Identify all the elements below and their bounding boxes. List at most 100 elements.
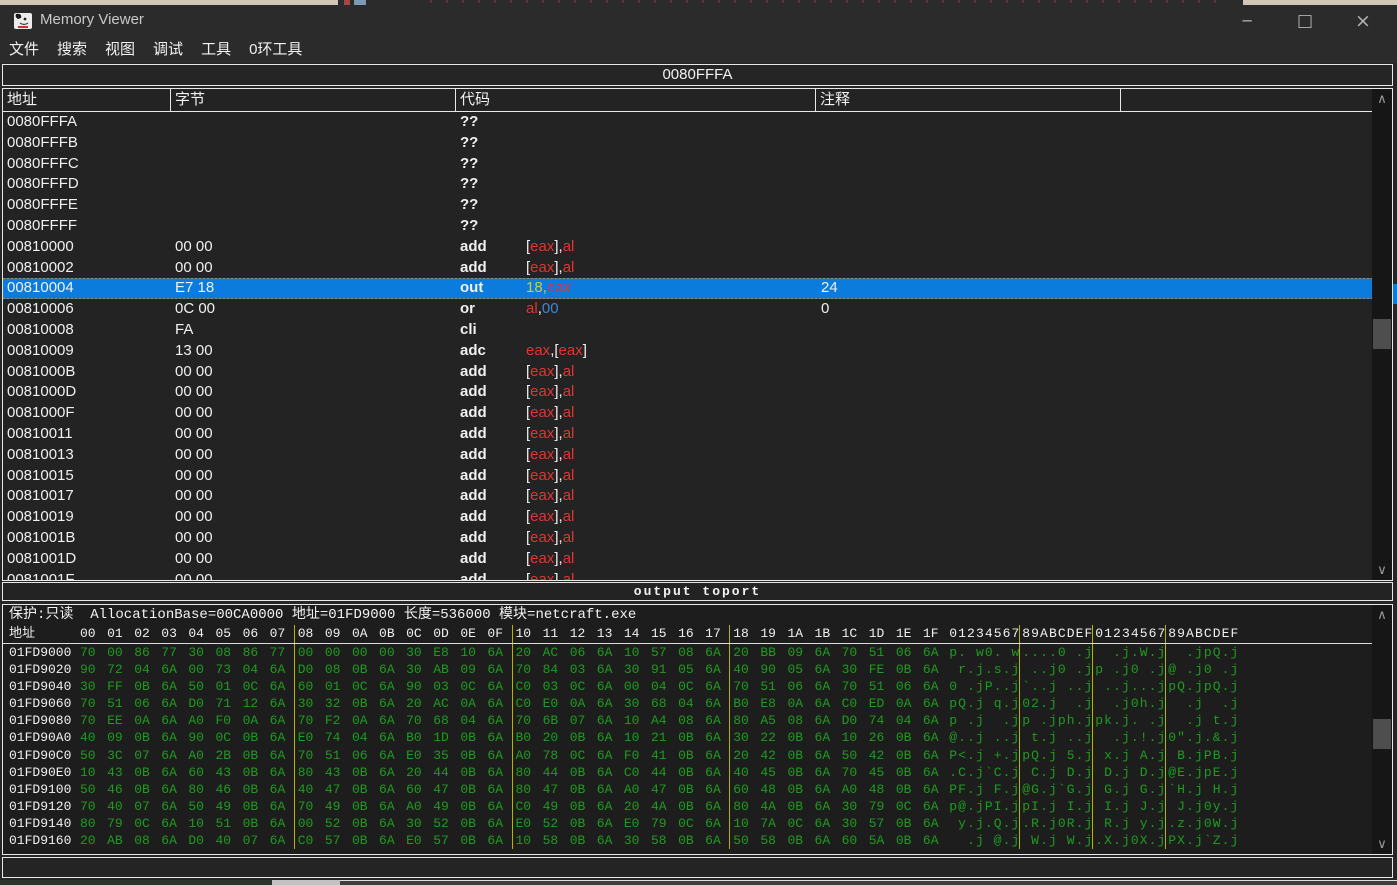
disasm-row[interactable]: 0081000F00 00add[eax],al	[3, 403, 1374, 424]
hex-row[interactable]: 01FD904030FF0B6A50010C6A60010C6A90030C6A…	[3, 678, 1392, 695]
hex-byte: 0C	[567, 747, 594, 764]
h-scroll-thumb[interactable]	[272, 880, 340, 885]
hex-row[interactable]: 01FD910050460B6A80460B6A40470B6A60470B6A…	[3, 781, 1392, 798]
hex-row[interactable]: 01FD90607051066AD071126A30320B6A20AC0A6A…	[3, 695, 1392, 712]
hex-byte: 74	[866, 712, 893, 729]
close-button[interactable]: ×	[1340, 5, 1386, 36]
disasm-row[interactable]: 0081000200 00add[eax],al	[3, 258, 1374, 279]
disasm-row[interactable]: 0081001300 00add[eax],al	[3, 445, 1374, 466]
hex-row[interactable]: 01FD908070EE0A6AA0F00A6A70F20A6A7068046A…	[3, 712, 1392, 729]
disasm-operand: al	[563, 550, 575, 567]
disasm-mnemonic: add	[460, 445, 526, 466]
hex-byte: 6A	[594, 815, 621, 832]
hex-byte: 77	[267, 644, 294, 661]
disasm-row[interactable]: 00810008FAcli	[3, 320, 1374, 341]
scrollbar-thumb[interactable]	[1373, 319, 1391, 349]
disasm-row[interactable]: 0080FFFC??	[3, 154, 1374, 175]
hex-byte: 0B	[784, 832, 811, 849]
menu-item-0[interactable]: 文件	[0, 36, 48, 63]
disasm-row[interactable]: 0081000D00 00add[eax],al	[3, 382, 1374, 403]
hex-ascii-group: @..j ..j	[947, 729, 1020, 746]
hex-byte: 49	[212, 798, 239, 815]
disasm-comment	[816, 237, 1374, 258]
disasm-row[interactable]: 0080FFFD??	[3, 174, 1374, 195]
disasm-row[interactable]: 0080FFFE??	[3, 195, 1374, 216]
disasm-operand: al	[563, 383, 575, 400]
hex-byte-group: 4090056A30FE0B6A	[730, 661, 947, 678]
disasm-row[interactable]: 0080FFFB??	[3, 133, 1374, 154]
disasm-header: 地址 字节 代码 注释	[3, 89, 1374, 112]
disasm-mnemonic: add	[460, 570, 526, 580]
col-header-code[interactable]: 代码	[456, 89, 816, 111]
hex-byte: 84	[540, 661, 567, 678]
hex-byte: 04	[893, 712, 920, 729]
disasm-row[interactable]: 0081001900 00add[eax],al	[3, 507, 1374, 528]
disasm-row[interactable]: 0081000000 00add[eax],al	[3, 237, 1374, 258]
disasm-row[interactable]: 0080FFFF??	[3, 216, 1374, 237]
hex-byte: 43	[322, 764, 349, 781]
menu-item-4[interactable]: 工具	[192, 36, 240, 63]
hex-byte: 6A	[594, 764, 621, 781]
disasm-scrollbar[interactable]: ∧ ∨	[1372, 89, 1392, 580]
minimize-button[interactable]: ─	[1224, 5, 1270, 36]
hex-ascii-group: p .j .j	[947, 712, 1020, 729]
disasm-mnemonic: add	[460, 258, 526, 279]
hex-dump-panel: 保护:只读 AllocationBase=00CA0000 地址=01FD900…	[2, 604, 1393, 855]
disasm-row[interactable]: 0081001B00 00add[eax],al	[3, 528, 1374, 549]
hex-row[interactable]: 01FD90C0503C076AA02B0B6A7051066AE0350B6A…	[3, 747, 1392, 764]
hex-row[interactable]: 01FD90209072046A0073046AD0080B6A30AB096A…	[3, 661, 1392, 678]
disasm-row[interactable]: 0081001700 00add[eax],al	[3, 486, 1374, 507]
hex-byte: B0	[513, 729, 540, 746]
disasm-row[interactable]: 0080FFFA??	[3, 112, 1374, 133]
menu-item-3[interactable]: 调试	[144, 36, 192, 63]
hex-row[interactable]: 01FD916020AB086AD040076AC0570B6AE0570B6A…	[3, 832, 1392, 849]
scroll-up-icon[interactable]: ∧	[1372, 89, 1392, 109]
menu-item-1[interactable]: 搜索	[48, 36, 96, 63]
hex-byte: 4A	[648, 798, 675, 815]
hex-byte: 6A	[376, 781, 403, 798]
hex-byte: 1D	[430, 729, 457, 746]
disasm-code: ??	[456, 195, 816, 216]
disasm-address: 0080FFFB	[3, 133, 171, 154]
disasm-mnemonic: add	[460, 362, 526, 383]
hex-address-header: 地址	[3, 625, 77, 643]
hex-byte: 6A	[484, 781, 511, 798]
disasm-row[interactable]: 00810004E7 18out18,eax24	[3, 278, 1374, 299]
hex-byte: 10	[730, 815, 757, 832]
disasm-row[interactable]: 0081001100 00add[eax],al	[3, 424, 1374, 445]
hex-byte: B0	[730, 695, 757, 712]
disasm-row[interactable]: 0081000B00 00add[eax],al	[3, 362, 1374, 383]
hex-col-label: 0C	[403, 625, 430, 643]
hex-byte: 42	[866, 747, 893, 764]
disasm-row[interactable]: 008100060C 00oral,000	[3, 299, 1374, 320]
disasm-row[interactable]: 0081000913 00adceax,[eax]	[3, 341, 1374, 362]
horizontal-scrollbar[interactable]	[0, 880, 1397, 885]
hex-byte: 6A	[267, 764, 294, 781]
scroll-down-icon[interactable]: ∨	[1372, 834, 1392, 854]
hex-byte: 6A	[702, 644, 729, 661]
scroll-up-icon[interactable]: ∧	[1372, 605, 1392, 625]
hex-ascii-group: t.j ..j	[1020, 729, 1093, 746]
hex-scrollbar[interactable]: ∧ ∨	[1372, 605, 1392, 854]
disasm-bytes: 00 00	[171, 466, 456, 487]
disasm-address: 00810017	[3, 486, 171, 507]
hex-byte: 2B	[212, 747, 239, 764]
maximize-button[interactable]: □	[1282, 5, 1328, 36]
disasm-row[interactable]: 0081001F00 00add[eax],al	[3, 570, 1374, 580]
hex-row[interactable]: 01FD90E010430B6A60430B6A80430B6A20440B6A…	[3, 764, 1392, 781]
col-header-address[interactable]: 地址	[3, 89, 171, 111]
menu-item-2[interactable]: 视图	[96, 36, 144, 63]
disasm-row[interactable]: 0081001D00 00add[eax],al	[3, 549, 1374, 570]
hex-row[interactable]: 01FD914080790C6A10510B6A00520B6A30520B6A…	[3, 815, 1392, 832]
col-header-bytes[interactable]: 字节	[171, 89, 456, 111]
scroll-down-icon[interactable]: ∨	[1372, 560, 1392, 580]
menu-item-5[interactable]: 0环工具	[240, 36, 311, 63]
hex-row[interactable]: 01FD900070008677300886770000000030E8106A…	[3, 644, 1392, 661]
hex-row[interactable]: 01FD90A040090B6A900C0B6AE074046AB01D0B6A…	[3, 729, 1392, 746]
hex-byte: 6A	[158, 832, 185, 849]
scrollbar-thumb[interactable]	[1373, 719, 1391, 749]
hex-byte-group: 70F20A6A7068046A	[295, 712, 513, 729]
hex-row[interactable]: 01FD91207040076A50490B6A70490B6AA0490B6A…	[3, 798, 1392, 815]
col-header-comment[interactable]: 注释	[816, 89, 1121, 111]
disasm-row[interactable]: 0081001500 00add[eax],al	[3, 466, 1374, 487]
